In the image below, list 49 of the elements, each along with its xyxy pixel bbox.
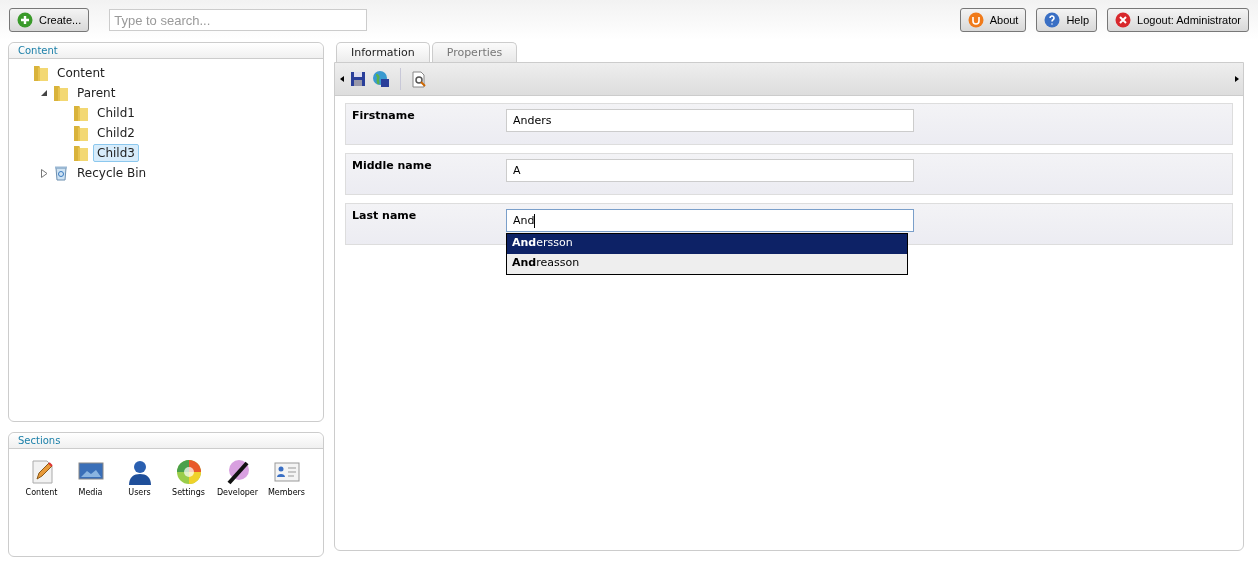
recycle-bin-icon <box>53 165 69 181</box>
tree-item[interactable]: Child2 <box>93 124 139 142</box>
close-icon <box>1115 12 1132 28</box>
help-button[interactable]: Help <box>1036 8 1098 32</box>
preview-icon[interactable] <box>411 70 427 88</box>
field-label: Middle name <box>351 158 433 174</box>
logout-button[interactable]: Logout: Administrator <box>1107 8 1249 32</box>
section-label[interactable]: Settings <box>172 488 205 497</box>
suggestion-item[interactable]: Andersson <box>507 234 907 254</box>
section-label[interactable]: Content <box>25 488 58 497</box>
create-button[interactable]: Create... <box>9 8 90 32</box>
section-label[interactable]: Media <box>78 488 103 497</box>
section-label[interactable]: Members <box>267 488 306 497</box>
user-icon[interactable] <box>126 459 153 485</box>
panel-title: Content <box>9 43 323 59</box>
tab[interactable]: Properties <box>431 42 518 62</box>
search-field[interactable]: Type to search... <box>109 9 368 31</box>
suggestion-item[interactable]: Andreasson <box>507 254 907 274</box>
panel-title: Sections <box>9 433 323 449</box>
text-field[interactable]: Anders <box>506 109 914 132</box>
globe-save-icon[interactable] <box>372 70 390 88</box>
save-icon[interactable] <box>350 71 366 87</box>
field-label: Firstname <box>351 108 416 124</box>
expanded-arrow-icon[interactable] <box>40 89 48 97</box>
tree-item[interactable]: Parent <box>73 84 120 102</box>
folder-icon <box>33 64 49 82</box>
tree-item[interactable]: Content <box>53 64 109 82</box>
help-icon <box>1044 12 1061 28</box>
scroll-left-icon[interactable] <box>340 76 344 82</box>
add-icon <box>17 12 33 28</box>
tree-item[interactable]: Child1 <box>93 104 139 122</box>
text-field[interactable]: A <box>506 159 914 182</box>
collapsed-arrow-icon[interactable] <box>40 168 48 178</box>
color-wheel-icon[interactable] <box>175 459 202 485</box>
scroll-right-icon[interactable] <box>1235 76 1239 82</box>
tree-item[interactable]: Recycle Bin <box>73 164 151 182</box>
id-card-icon[interactable] <box>273 459 300 485</box>
folder-icon <box>73 124 89 142</box>
text-field[interactable]: And <box>506 209 914 232</box>
tab[interactable]: Information <box>336 42 430 62</box>
tree-item[interactable]: Child3 <box>93 144 139 162</box>
field-label: Last name <box>351 208 418 224</box>
section-label[interactable]: Developer <box>216 488 259 497</box>
folder-icon <box>53 84 69 102</box>
folder-icon <box>73 104 89 122</box>
power-icon <box>967 12 984 28</box>
about-button[interactable]: About <box>959 8 1027 32</box>
section-label[interactable]: Users <box>128 488 151 497</box>
folder-icon <box>73 144 89 162</box>
